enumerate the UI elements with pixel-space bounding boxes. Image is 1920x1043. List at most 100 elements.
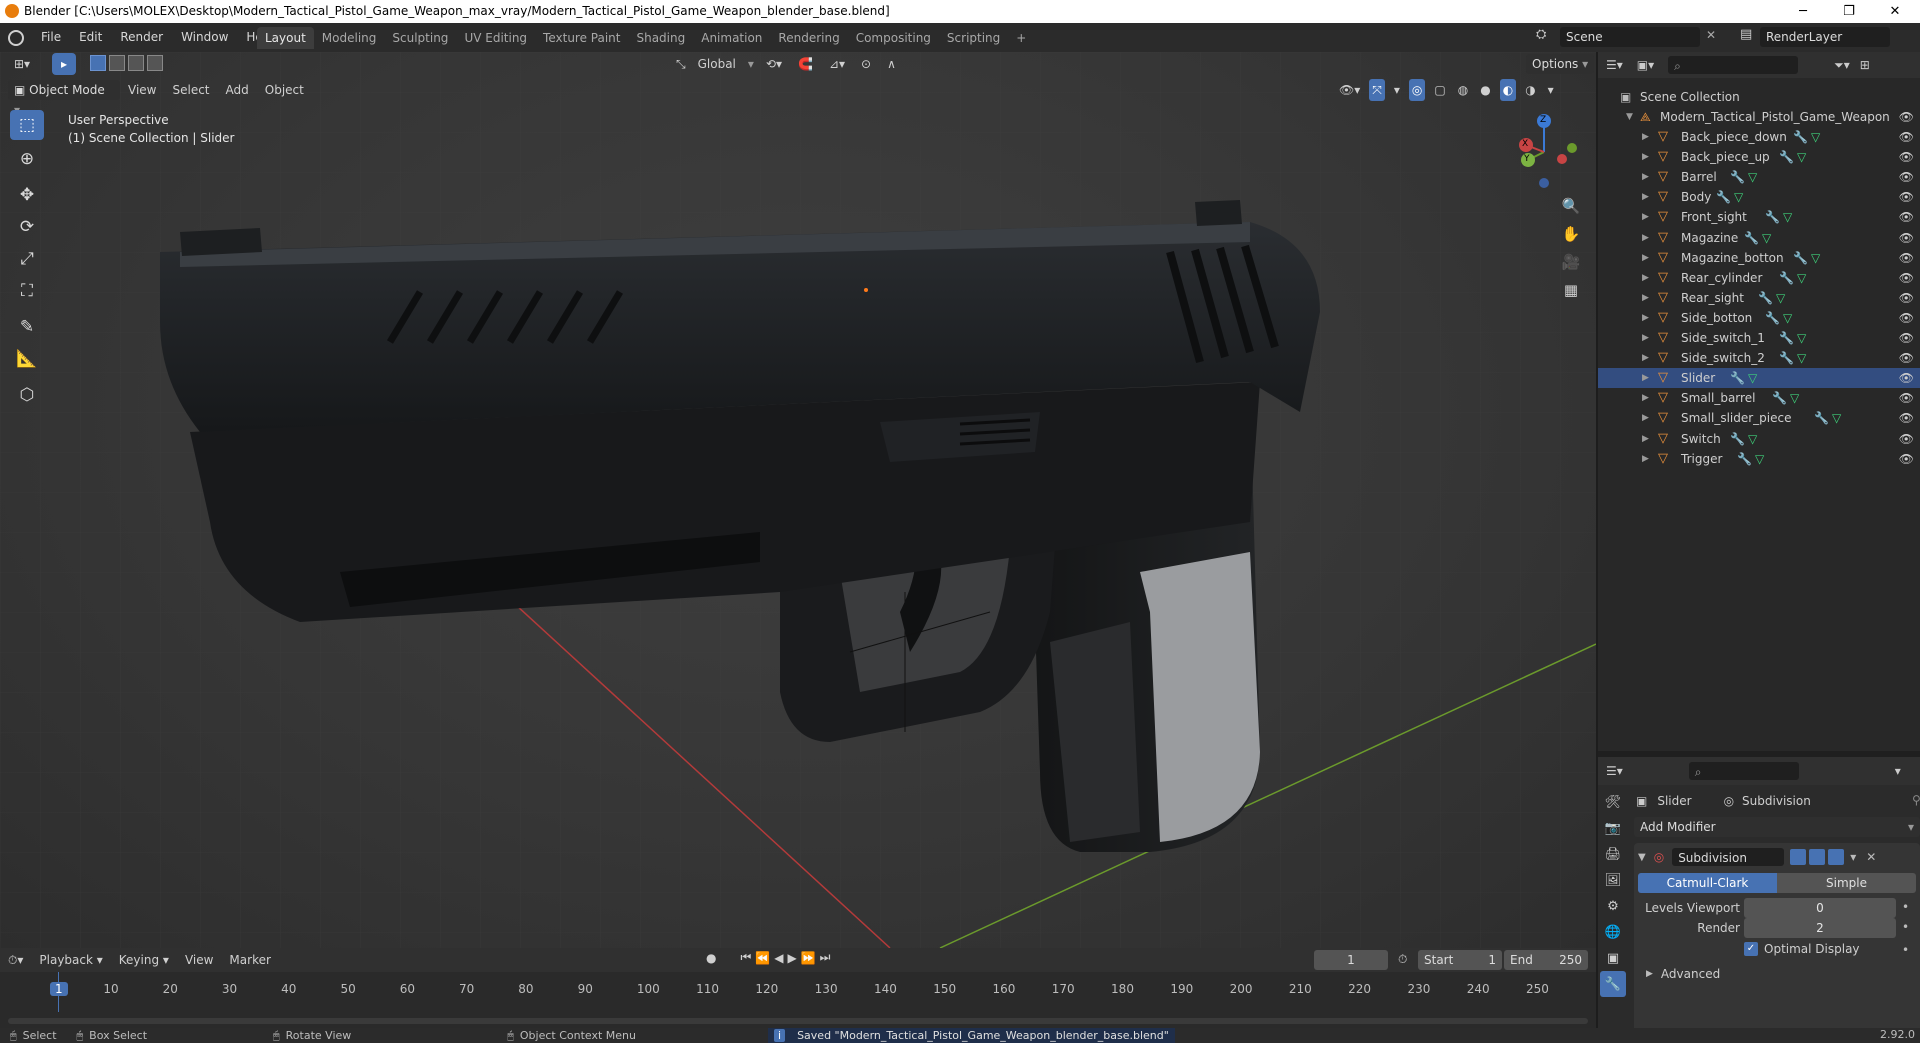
collapse-triangle-icon[interactable]: ▼ — [1638, 852, 1646, 863]
timeline-editor-icon[interactable]: ⏱▾ — [0, 949, 31, 971]
mesh-data-icon[interactable]: ▽ — [1776, 288, 1785, 308]
modifier-tab-icon[interactable]: 🔧 — [1600, 971, 1626, 997]
menu-timeline-view[interactable]: View — [177, 949, 221, 971]
view-layer-selector[interactable]: RenderLayer — [1760, 27, 1890, 47]
expand-triangle-icon[interactable]: ▼ — [1626, 107, 1633, 127]
jump-start-icon[interactable]: ⏮ — [740, 950, 751, 965]
view-layer-tab-icon[interactable]: 🖼 — [1600, 867, 1626, 893]
pivot-point-icon[interactable]: ⟲▾ — [758, 53, 790, 75]
mesh-data-icon[interactable]: ▽ — [1797, 328, 1806, 348]
modifier-wrench-icon[interactable]: 🔧 — [1758, 288, 1773, 308]
mesh-data-icon[interactable]: ▽ — [1762, 228, 1771, 248]
edit-mode-toggle-icon[interactable] — [1790, 849, 1807, 865]
close-icon[interactable]: ✕ — [1706, 28, 1716, 42]
tab-scripting[interactable]: Scripting — [939, 27, 1008, 49]
3d-viewport[interactable] — [0, 52, 1596, 948]
mesh-data-icon[interactable]: ▽ — [1783, 308, 1792, 328]
tab-uv-editing[interactable]: UV Editing — [456, 27, 535, 49]
eye-icon[interactable]: 👁 — [1899, 348, 1914, 368]
mesh-data-icon[interactable]: ▽ — [1783, 207, 1792, 227]
levels-viewport-field[interactable]: 0 — [1744, 898, 1896, 918]
modifier-wrench-icon[interactable]: 🔧 — [1793, 127, 1808, 147]
scene-selector[interactable]: Scene — [1560, 27, 1700, 47]
eye-icon[interactable]: 👁 — [1899, 107, 1914, 127]
modifier-wrench-icon[interactable]: 🔧 — [1814, 408, 1829, 428]
menu-select[interactable]: Select — [164, 79, 217, 101]
expand-triangle-icon[interactable]: ▶ — [1642, 268, 1649, 288]
expand-triangle-icon[interactable]: ▶ — [1642, 288, 1649, 308]
outliner-object-row[interactable]: ▶ ▽ Body 🔧 ▽ 👁 — [1598, 187, 1920, 207]
tab-shading[interactable]: Shading — [628, 27, 693, 49]
outliner-object-row[interactable]: ▶ ▽ Side_switch_2 🔧 ▽ 👁 — [1598, 348, 1920, 368]
modifier-wrench-icon[interactable]: 🔧 — [1716, 187, 1731, 207]
properties-search-input[interactable]: ⌕ — [1688, 762, 1799, 780]
outliner-object-row[interactable]: ▶ ▽ Rear_cylinder 🔧 ▽ 👁 — [1598, 268, 1920, 288]
modifier-wrench-icon[interactable]: 🔧 — [1779, 268, 1794, 288]
expand-triangle-icon[interactable]: ▶ — [1642, 368, 1649, 388]
visibility-icon[interactable]: 👁▾ — [1336, 79, 1363, 101]
checkbox-checked-icon[interactable]: ✓ — [1744, 942, 1758, 956]
properties-editor-icon[interactable]: ☰▾ — [1606, 764, 1623, 778]
outliner-object-row[interactable]: ▶ ▽ Small_slider_piece 🔧 ▽ 👁 — [1598, 408, 1920, 428]
modifier-wrench-icon[interactable]: 🔧 — [1737, 449, 1752, 469]
add-modifier-dropdown[interactable]: Add Modifier ▾ — [1634, 817, 1920, 837]
mesh-data-icon[interactable]: ▽ — [1797, 268, 1806, 288]
expand-triangle-icon[interactable]: ▶ — [1642, 388, 1649, 408]
eye-icon[interactable]: 👁 — [1899, 228, 1914, 248]
eye-icon[interactable]: 👁 — [1899, 268, 1914, 288]
menu-object[interactable]: Object — [257, 79, 312, 101]
expand-triangle-icon[interactable]: ▶ — [1642, 328, 1649, 348]
chevron-down-icon[interactable]: ▾ — [1895, 764, 1901, 778]
add-workspace-button[interactable]: + — [1008, 27, 1034, 49]
modifier-wrench-icon[interactable]: 🔧 — [1765, 207, 1780, 227]
modifier-wrench-icon[interactable]: 🔧 — [1779, 348, 1794, 368]
gizmo-toggle-icon[interactable]: ⤧ — [1369, 79, 1385, 101]
menu-window[interactable]: Window — [172, 23, 237, 52]
menu-marker[interactable]: Marker — [221, 949, 278, 971]
cursor-tool-icon[interactable]: ⊕ — [10, 144, 44, 174]
eye-icon[interactable]: 👁 — [1899, 429, 1914, 449]
simple-button[interactable]: Simple — [1777, 873, 1916, 893]
mesh-data-icon[interactable]: ▽ — [1748, 167, 1757, 187]
expand-triangle-icon[interactable]: ▶ — [1642, 147, 1649, 167]
output-tab-icon[interactable]: 🖨 — [1600, 841, 1626, 867]
filter-icon[interactable]: ⏷▾ — [1834, 58, 1850, 73]
outliner-object-row[interactable]: ▶ ▽ Front_sight 🔧 ▽ 👁 — [1598, 207, 1920, 227]
camera-view-icon[interactable]: 🎥 — [1557, 248, 1585, 276]
tab-animation[interactable]: Animation — [693, 27, 770, 49]
expand-triangle-icon[interactable]: ▶ — [1642, 348, 1649, 368]
tab-sculpting[interactable]: Sculpting — [384, 27, 456, 49]
proportional-edit-icon[interactable]: ⊙ — [853, 53, 879, 75]
expand-triangle-icon[interactable]: ▶ — [1642, 408, 1649, 428]
menu-render[interactable]: Render — [111, 23, 172, 52]
end-frame-field[interactable]: End 250 — [1504, 950, 1588, 970]
modifier-wrench-icon[interactable]: 🔧 — [1730, 429, 1745, 449]
modifier-wrench-icon[interactable]: 🔧 — [1765, 308, 1780, 328]
outliner-search-input[interactable]: ⌕ — [1668, 56, 1799, 74]
menu-playback[interactable]: Playback ▾ — [31, 949, 110, 971]
mesh-data-icon[interactable]: ▽ — [1734, 187, 1743, 207]
eye-icon[interactable]: 👁 — [1899, 449, 1914, 469]
eye-icon[interactable]: 👁 — [1899, 207, 1914, 227]
eye-icon[interactable]: 👁 — [1899, 167, 1914, 187]
pan-hand-icon[interactable]: ✋ — [1557, 220, 1585, 248]
modifier-wrench-icon[interactable]: 🔧 — [1730, 368, 1745, 388]
current-frame-field[interactable]: 1 — [1314, 950, 1388, 970]
transform-orientation-dropdown[interactable]: Global — [690, 53, 744, 75]
close-window-button[interactable]: ✕ — [1872, 0, 1918, 23]
eye-icon[interactable]: 👁 — [1899, 288, 1914, 308]
advanced-subpanel[interactable]: ▶ Advanced — [1646, 967, 1720, 981]
add-cube-tool-icon[interactable]: ⬡ — [10, 380, 44, 410]
eye-icon[interactable]: 👁 — [1899, 127, 1914, 147]
outliner-scene-collection[interactable]: ▣ Scene Collection — [1598, 87, 1920, 107]
mesh-data-icon[interactable]: ▽ — [1755, 449, 1764, 469]
mesh-data-icon[interactable]: ▽ — [1811, 248, 1820, 268]
select-box-tool-icon[interactable]: ⬚ — [10, 110, 44, 140]
jump-end-icon[interactable]: ⏭ — [820, 950, 831, 965]
blender-menu-icon[interactable] — [8, 30, 24, 46]
mesh-data-icon[interactable]: ▽ — [1797, 348, 1806, 368]
solid-shading-icon[interactable]: ● — [1477, 79, 1493, 101]
outliner-object-row[interactable]: ▶ ▽ Barrel 🔧 ▽ 👁 — [1598, 167, 1920, 187]
outliner-object-row[interactable]: ▶ ▽ Slider 🔧 ▽ 👁 — [1598, 368, 1920, 389]
keyframe-dot-icon[interactable]: • — [1902, 900, 1909, 914]
